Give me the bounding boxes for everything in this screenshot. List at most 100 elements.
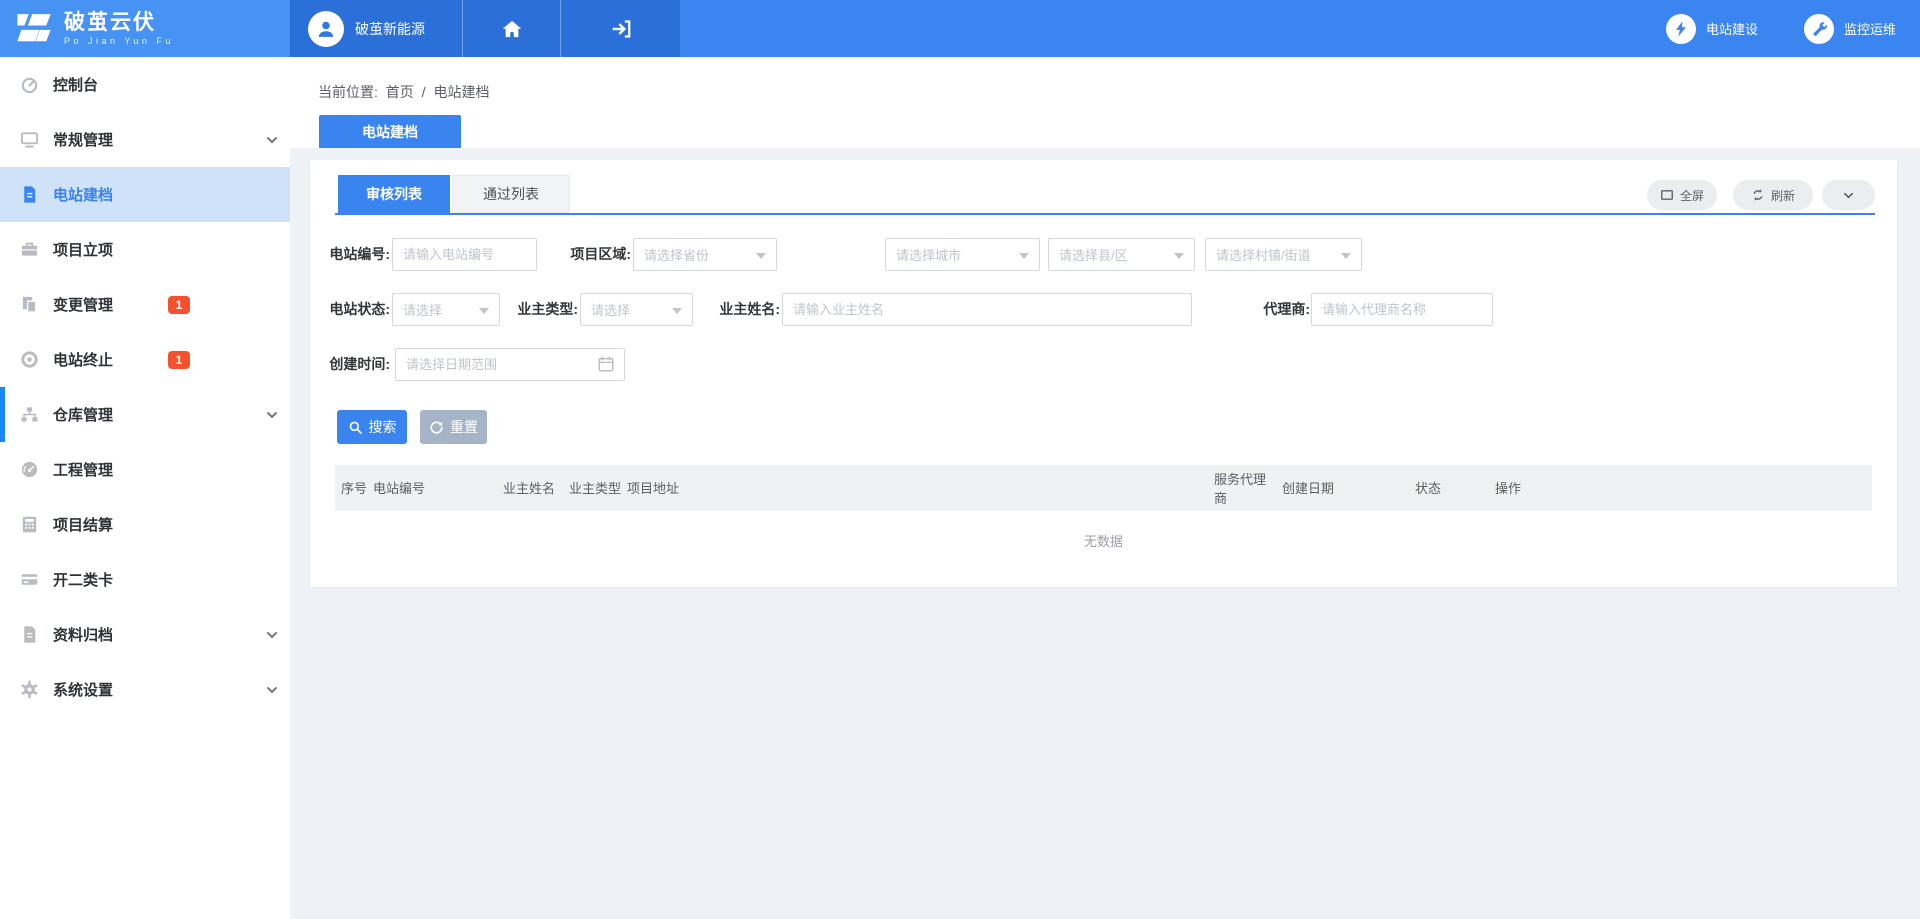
panel-actions: 全屏 刷新 (1647, 180, 1875, 210)
wrench-icon (1804, 14, 1834, 44)
agent-label: 代理商: (1240, 293, 1310, 326)
sidebar-item-change-mgmt[interactable]: 变更管理 1 (0, 277, 290, 332)
station-no-label: 电站编号: (310, 238, 390, 271)
module-station-build[interactable]: 电站建设 (1666, 14, 1758, 44)
notification-badge: 1 (168, 296, 190, 314)
content-area: 审核列表 通过列表 全屏 刷新 电站编号: 项目区域: (290, 148, 1920, 919)
sidebar-item-general-mgmt[interactable]: 常规管理 (0, 112, 290, 167)
province-select[interactable]: 请选择省份 (633, 238, 777, 271)
collapse-button[interactable] (1822, 180, 1875, 210)
gear-icon (20, 680, 39, 699)
calculator-icon (20, 515, 39, 534)
region-label: 项目区域: (540, 238, 631, 271)
briefcase-icon (20, 240, 39, 259)
owner-name-input[interactable] (782, 293, 1192, 326)
fullscreen-label: 全屏 (1680, 187, 1704, 204)
reset-label: 重置 (450, 417, 478, 437)
sidebar-item-data-archiving[interactable]: 资料归档 (0, 607, 290, 662)
company-name: 破茧新能源 (355, 19, 425, 39)
credit-card-icon (20, 570, 39, 589)
city-select[interactable]: 请选择城市 (885, 238, 1040, 271)
village-placeholder: 请选择村镇/街道 (1216, 245, 1311, 264)
owner-type-placeholder: 请选择 (591, 300, 630, 319)
chevron-down-icon (264, 132, 280, 148)
logout-button[interactable] (560, 0, 680, 57)
sidebar-item-label: 电站建档 (53, 184, 113, 205)
search-icon (348, 420, 363, 435)
chevron-down-icon (264, 407, 280, 423)
header-modules: 电站建设 监控运维 (1666, 0, 1920, 57)
county-placeholder: 请选择县/区 (1059, 245, 1128, 264)
owner-type-select[interactable]: 请选择 (580, 293, 693, 326)
gauge-icon (20, 75, 39, 94)
lightning-icon (1666, 14, 1696, 44)
calendar-icon[interactable] (597, 355, 615, 373)
chevron-down-icon (1841, 188, 1856, 203)
speedometer-icon (20, 460, 39, 479)
chevron-down-icon (264, 627, 280, 643)
tab-review-list[interactable]: 审核列表 (338, 175, 450, 213)
exit-arrow-icon (610, 18, 632, 40)
fullscreen-button[interactable]: 全屏 (1647, 180, 1717, 210)
sidebar-item-label: 项目立项 (53, 239, 113, 260)
sidebar-item-warehouse-mgmt[interactable]: 仓库管理 (0, 387, 290, 442)
module-label: 监控运维 (1844, 19, 1896, 38)
breadcrumb-current: 电站建档 (433, 84, 489, 100)
page-tab-station-filing[interactable]: 电站建档 (319, 115, 461, 148)
breadcrumb: 当前位置: 首页 / 电站建档 (318, 82, 493, 102)
breadcrumb-home[interactable]: 首页 (386, 84, 414, 100)
user-menu[interactable]: 破茧新能源 (290, 0, 462, 57)
panel-card: 审核列表 通过列表 全屏 刷新 电站编号: 项目区域: (310, 160, 1897, 587)
copy-files-icon (20, 295, 39, 314)
reset-button[interactable]: 重置 (420, 410, 487, 444)
sidebar-item-engineering-mgmt[interactable]: 工程管理 (0, 442, 290, 497)
table-header-row: 序号 电站编号 业主姓名 业主类型 项目地址 服务代理商 创建日期 状态 操作 (335, 465, 1872, 510)
sidebar-item-station-termination[interactable]: 电站终止 1 (0, 332, 290, 387)
owner-type-label: 业主类型: (498, 293, 578, 326)
app-header: 破茧云伏 Po Jian Yun Fu 破茧新能源 电站建 (0, 0, 1920, 57)
document-icon (20, 185, 39, 204)
county-select[interactable]: 请选择县/区 (1048, 238, 1195, 271)
tab-passed-list[interactable]: 通过列表 (452, 175, 570, 213)
col-actions: 操作 (1489, 478, 1521, 497)
header-spacer (680, 0, 1666, 57)
col-station-no: 电站编号 (367, 478, 497, 497)
province-placeholder: 请选择省份 (644, 245, 709, 264)
sidebar-item-label: 电站终止 (53, 349, 113, 370)
monitor-icon (20, 130, 39, 149)
sitemap-icon (20, 405, 39, 424)
village-select[interactable]: 请选择村镇/街道 (1205, 238, 1362, 271)
city-placeholder: 请选择城市 (896, 245, 961, 264)
sidebar-item-dashboard[interactable]: 控制台 (0, 57, 290, 112)
sidebar-item-label: 仓库管理 (53, 404, 113, 425)
home-button[interactable] (462, 0, 560, 57)
dropdown-arrow-icon (1341, 253, 1351, 259)
sidebar-item-label: 系统设置 (53, 679, 113, 700)
person-icon (315, 18, 337, 40)
dropdown-arrow-icon (1174, 253, 1184, 259)
sidebar-item-label: 控制台 (53, 74, 98, 95)
search-button[interactable]: 搜索 (337, 410, 407, 444)
sidebar-item-label: 常规管理 (53, 129, 113, 150)
sidebar-item-project-settlement[interactable]: 项目结算 (0, 497, 290, 552)
date-range-input[interactable] (395, 348, 625, 381)
module-monitor-ops[interactable]: 监控运维 (1804, 14, 1896, 44)
station-no-input[interactable] (392, 238, 537, 271)
brand-title: 破茧云伏 (64, 11, 174, 34)
sidebar-item-project-initiation[interactable]: 项目立项 (0, 222, 290, 277)
agent-input[interactable] (1311, 293, 1493, 326)
sidebar-item-system-settings[interactable]: 系统设置 (0, 662, 290, 717)
station-status-select[interactable]: 请选择 (392, 293, 500, 326)
sidebar-item-open-type2-card[interactable]: 开二类卡 (0, 552, 290, 607)
brand-logo: 破茧云伏 Po Jian Yun Fu (0, 0, 290, 57)
sidebar-item-station-filing[interactable]: 电站建档 (0, 167, 290, 222)
refresh-button[interactable]: 刷新 (1733, 180, 1813, 210)
search-label: 搜索 (369, 417, 397, 437)
dropdown-arrow-icon (1019, 253, 1029, 259)
sidebar-item-label: 工程管理 (53, 459, 113, 480)
topbar: 当前位置: 首页 / 电站建档 电站建档 (290, 57, 1920, 148)
chevron-down-icon (264, 682, 280, 698)
col-status: 状态 (1409, 478, 1489, 497)
status-placeholder: 请选择 (403, 300, 442, 319)
reset-icon (429, 420, 444, 435)
